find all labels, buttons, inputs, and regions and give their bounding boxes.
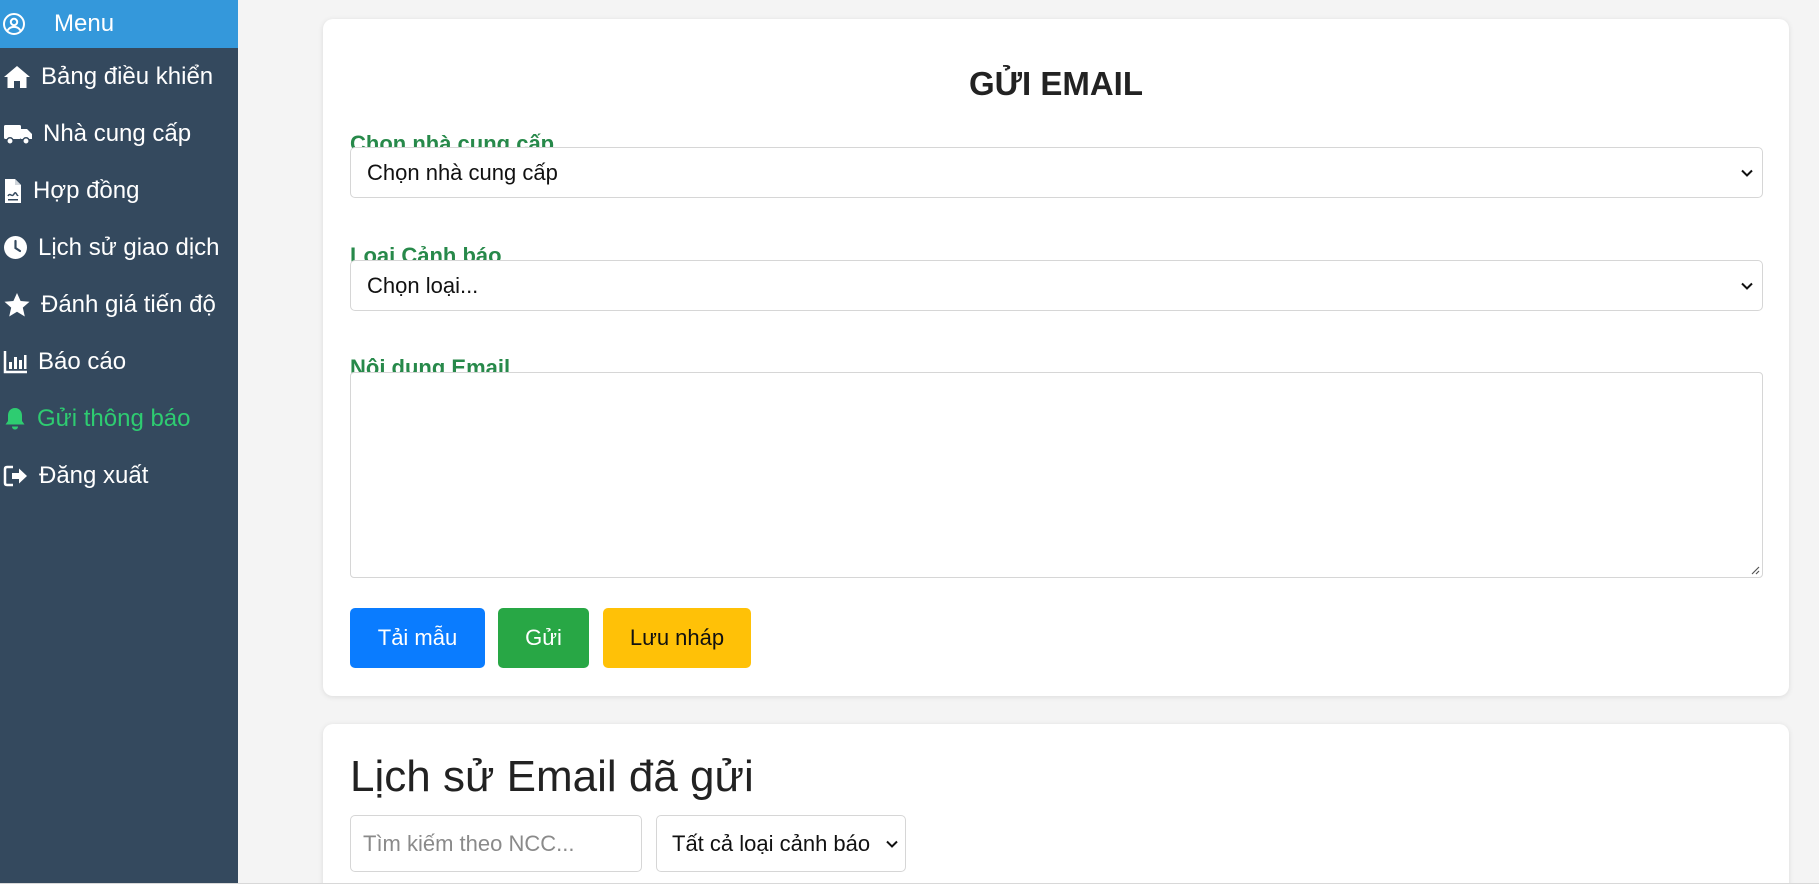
sidebar-item-send-notification[interactable]: Gửi thông báo [0,390,238,447]
email-history-card: Lịch sử Email đã gửi Tất cả loại cảnh bá… [323,724,1789,888]
email-form-card: GỬI EMAIL Chọn nhà cung cấp Chọn nhà cun… [323,19,1789,696]
clock-icon [4,236,27,259]
bell-icon [5,408,25,430]
chevron-down-icon [886,840,898,848]
alert-type-select[interactable]: Chọn loại... [350,260,1763,311]
load-template-button[interactable]: Tải mẫu [350,608,485,668]
window-bottom-edge [0,883,1819,888]
sidebar-item-label: Gửi thông báo [37,404,191,432]
sidebar-item-label: Lịch sử giao dịch [38,233,220,261]
truck-icon [4,124,32,145]
sidebar-item-label: Hợp đồng [33,176,140,204]
email-content-textarea[interactable] [350,372,1763,578]
chevron-down-icon [1741,282,1753,290]
send-button[interactable]: Gửi [498,608,589,668]
contract-file-icon [5,178,21,203]
alert-type-filter-select[interactable]: Tất cả loại cảnh báo [656,815,906,872]
save-draft-button[interactable]: Lưu nháp [603,608,751,668]
alert-type-select-value: Chọn loại... [367,272,479,298]
sidebar-item-label: Đánh giá tiến độ [41,290,216,318]
sidebar-item-logout[interactable]: Đăng xuất [0,447,238,504]
page: Menu Bảng điều khiển Nhà cung cấp Hợp đồ… [0,0,1819,888]
history-search-input[interactable] [350,815,642,872]
supplier-select-value: Chọn nhà cung cấp [367,159,558,185]
sidebar: Menu Bảng điều khiển Nhà cung cấp Hợp đồ… [0,0,238,883]
home-icon [4,65,30,88]
history-title: Lịch sử Email đã gửi [350,752,754,801]
supplier-select[interactable]: Chọn nhà cung cấp [350,147,1763,198]
chevron-down-icon [1741,169,1753,177]
chart-bar-icon [3,350,27,373]
sidebar-item-contracts[interactable]: Hợp đồng [0,162,238,219]
sidebar-item-progress-review[interactable]: Đánh giá tiến độ [0,276,238,333]
star-icon [4,292,30,316]
sidebar-item-reports[interactable]: Báo cáo [0,333,238,390]
sidebar-item-suppliers[interactable]: Nhà cung cấp [0,105,238,162]
page-title: GỬI EMAIL [968,65,1144,102]
sidebar-item-label: Đăng xuất [39,461,149,489]
sidebar-item-transactions[interactable]: Lịch sử giao dịch [0,219,238,276]
logout-icon [3,465,27,486]
resize-handle-icon[interactable] [1749,564,1760,575]
alert-type-filter-value: Tất cả loại cảnh báo [672,830,871,856]
sidebar-item-label: Nhà cung cấp [43,119,192,147]
menu-header-label: Menu [54,10,115,37]
sidebar-item-label: Báo cáo [38,347,127,375]
menu-header[interactable]: Menu [0,0,238,48]
user-circle-icon [3,13,25,35]
sidebar-item-dashboard[interactable]: Bảng điều khiển [0,48,238,105]
sidebar-item-label: Bảng điều khiển [41,62,214,90]
